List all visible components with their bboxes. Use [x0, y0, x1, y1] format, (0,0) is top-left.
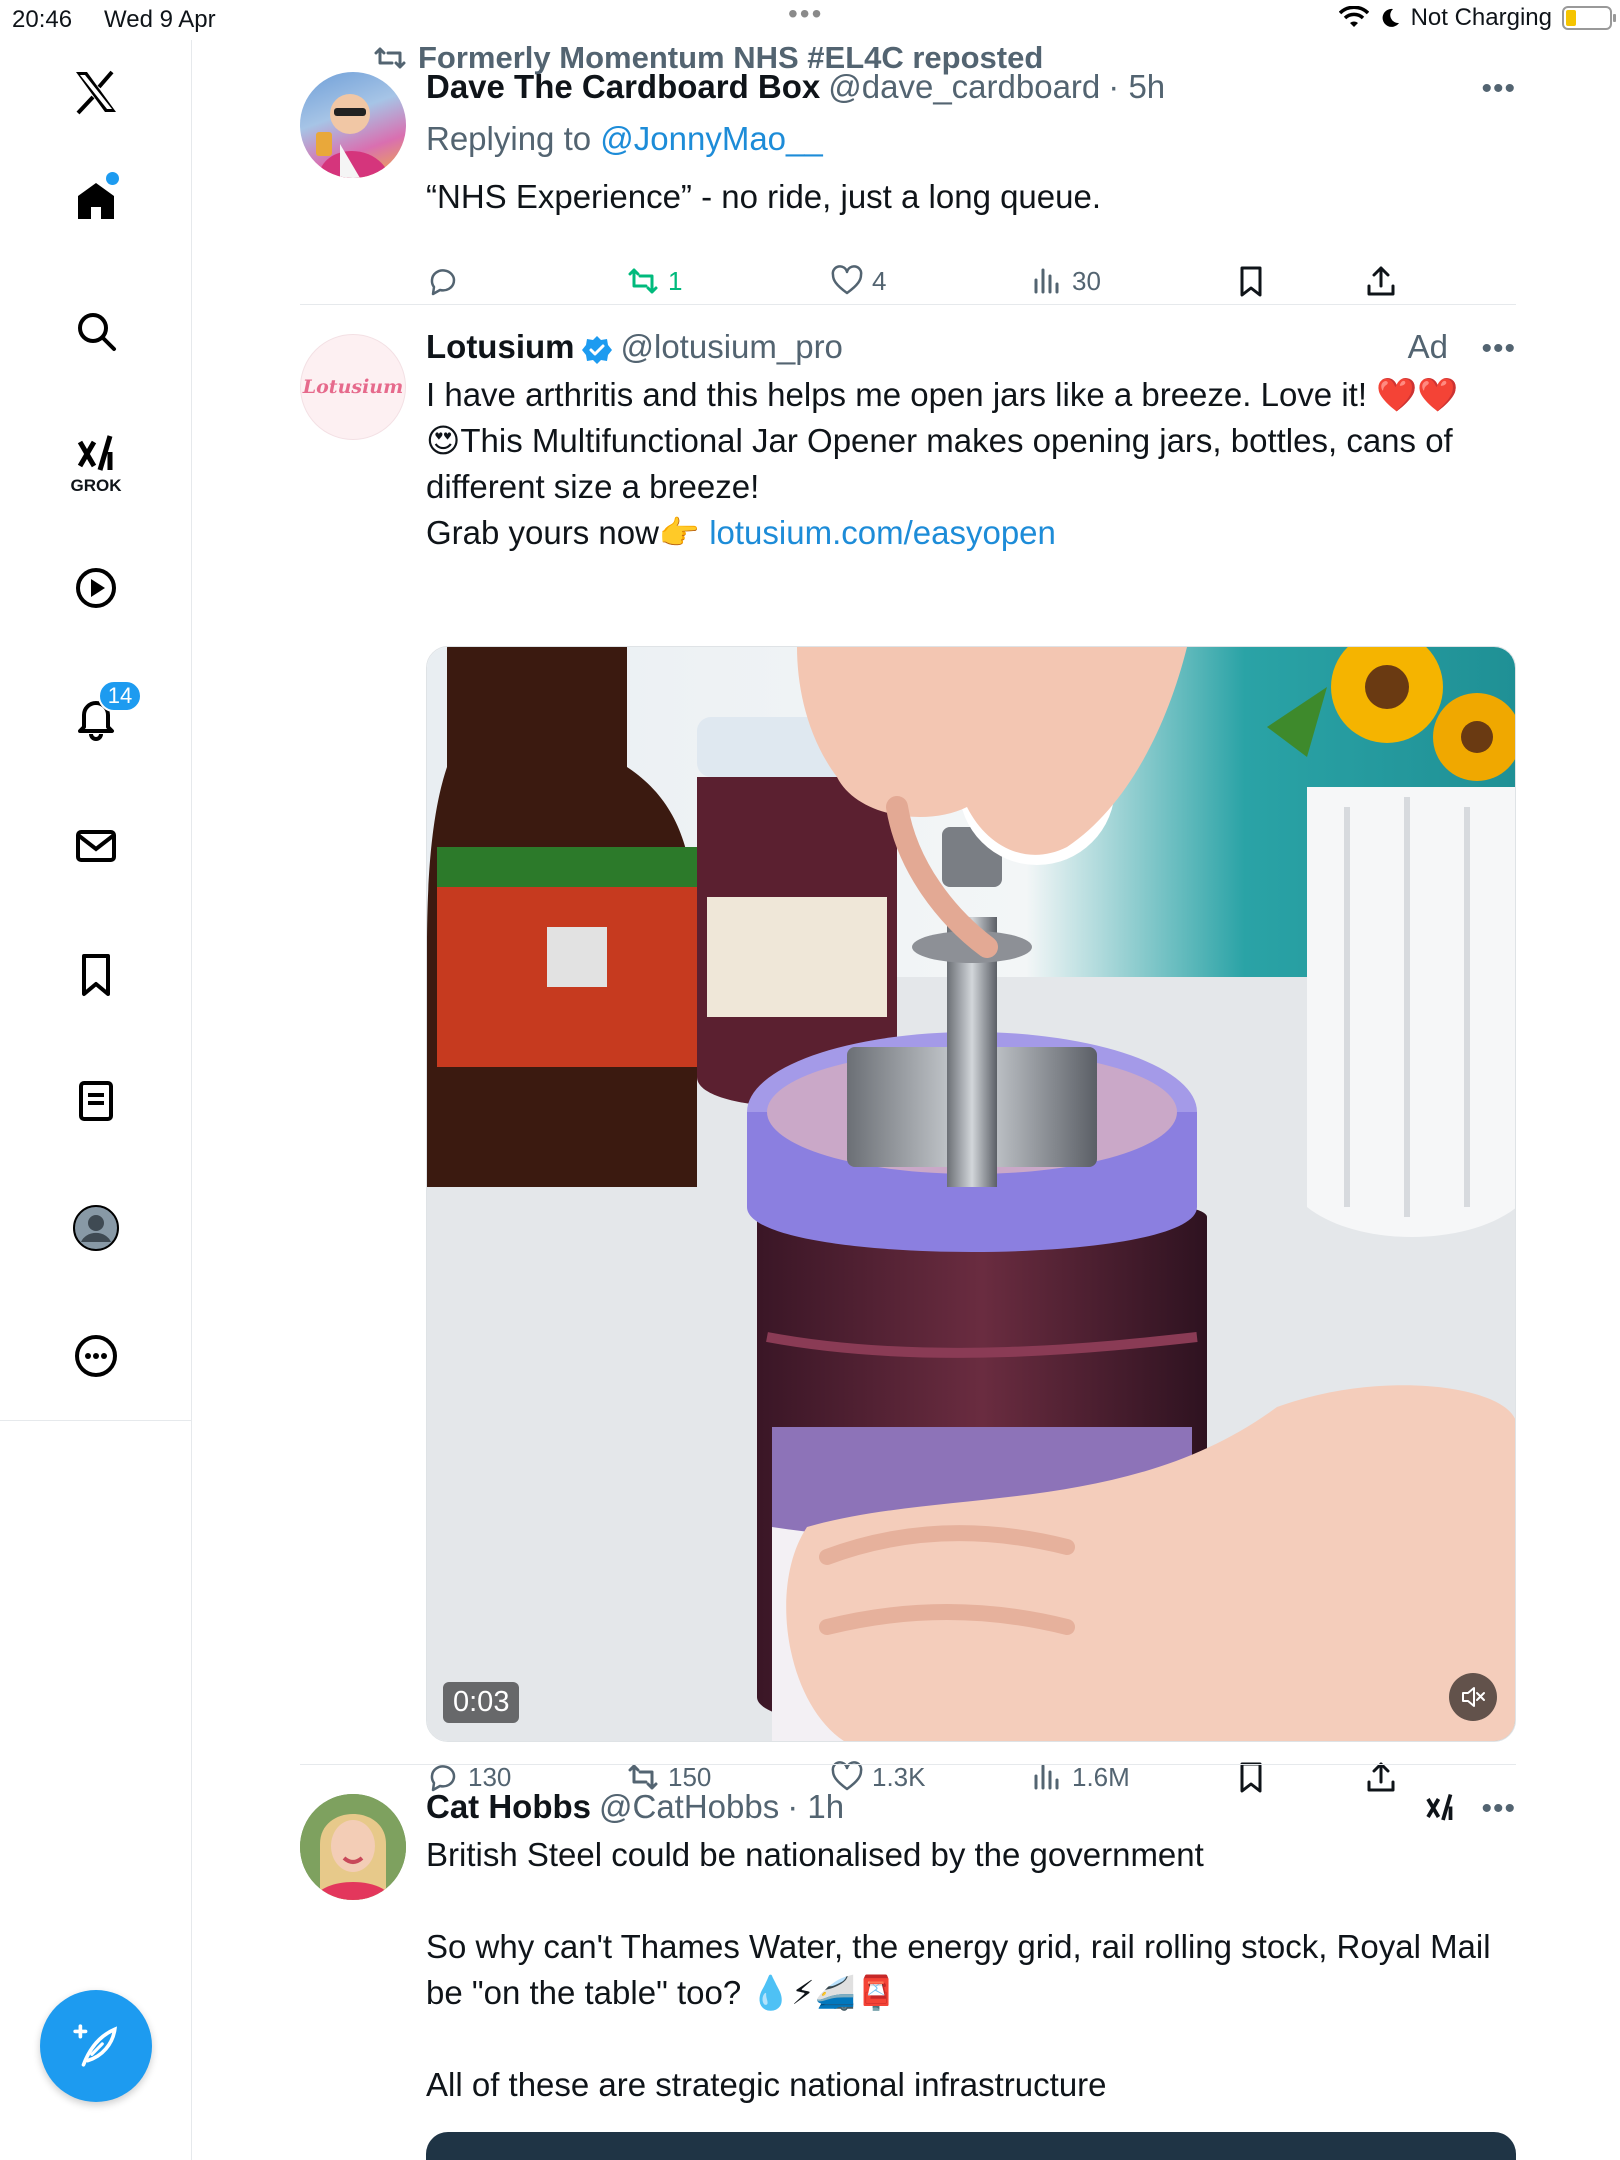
- profile-icon: [73, 1205, 119, 1251]
- grab-text: Grab yours now👉: [426, 514, 701, 551]
- sidebar: GROK 14: [0, 40, 192, 2160]
- bookmark-icon: [82, 954, 110, 996]
- retweet-count: 1: [668, 265, 683, 296]
- home-unread-dot: [106, 172, 119, 185]
- tweet-text-3: All of these are strategic national infr…: [426, 2066, 1107, 2103]
- tweet-text-line-1: I have arthritis and this helps me open …: [426, 376, 1459, 413]
- author-handle[interactable]: @lotusium_pro: [620, 328, 842, 366]
- status-right: Not Charging: [1338, 4, 1616, 32]
- avatar-photo: [316, 94, 390, 178]
- wifi-icon: [1338, 6, 1369, 27]
- moon-icon: [1382, 8, 1399, 27]
- mute-button[interactable]: [1449, 1673, 1497, 1721]
- tweet-text: “NHS Experience” - no ride, just a long …: [426, 178, 1102, 215]
- tweet-more-icon[interactable]: •••: [1481, 72, 1516, 106]
- bookmark-button[interactable]: [1234, 264, 1268, 298]
- avatar[interactable]: Lotusium: [300, 334, 406, 440]
- replying-handle[interactable]: @JonnyMao__: [600, 120, 822, 157]
- tweet-cat-hobbs[interactable]: Cat Hobbs @CatHobbs · 1h ••• British Ste…: [300, 1764, 1516, 2160]
- sidebar-item-messages[interactable]: [60, 810, 132, 882]
- author-handle[interactable]: @dave_cardboard: [828, 68, 1100, 106]
- tweet-text-2: So why can't Thames Water, the energy gr…: [426, 1928, 1491, 2011]
- battery-icon: [1562, 6, 1616, 30]
- media-preview-card[interactable]: [426, 2132, 1516, 2160]
- share-icon: [1367, 266, 1395, 296]
- like-count: 4: [872, 265, 887, 296]
- status-bar: 20:46 Wed 9 Apr ••• Not Charging: [0, 0, 1620, 40]
- more-icon: [75, 1335, 117, 1377]
- grok-icon: [77, 435, 113, 471]
- tweet-dave[interactable]: Formerly Momentum NHS #EL4C reposted Dav…: [300, 40, 1516, 304]
- bookmark-icon: [1240, 266, 1262, 297]
- sidebar-item-more[interactable]: [60, 1320, 132, 1392]
- lists-icon: [79, 1081, 113, 1121]
- retweet-button[interactable]: 1: [626, 264, 682, 298]
- video-duration: 0:03: [443, 1682, 520, 1723]
- muted-speaker-icon: [1462, 1687, 1485, 1707]
- verified-badge-icon: [582, 336, 613, 364]
- like-button[interactable]: 4: [830, 264, 886, 298]
- tweet-header: Cat Hobbs @CatHobbs · 1h: [426, 1788, 1516, 1832]
- avatar-logo-text: Lotusium: [302, 376, 404, 398]
- reply-button[interactable]: [426, 264, 460, 298]
- tweet-more-icon[interactable]: •••: [1481, 1792, 1516, 1826]
- grok-icon: [1426, 1793, 1453, 1821]
- author-name[interactable]: Dave The Cardboard Box: [426, 68, 820, 106]
- grok-label: GROK: [70, 476, 122, 495]
- search-icon: [78, 313, 116, 351]
- views-icon: [1034, 268, 1059, 294]
- repost-icon: [374, 47, 406, 69]
- tweet-lotusium-ad[interactable]: Lotusium Lotusium @lotusium_pro Ad ••• I…: [300, 304, 1516, 1804]
- x-logo-icon: [76, 70, 116, 115]
- notifications-badge: 14: [98, 680, 142, 712]
- ad-label: Ad: [1407, 328, 1448, 365]
- author-name[interactable]: Cat Hobbs: [426, 1788, 591, 1826]
- sidebar-divider: [0, 1420, 192, 1421]
- sidebar-item-bookmarks[interactable]: [60, 938, 132, 1010]
- tweet-header: Lotusium @lotusium_pro: [426, 328, 1516, 372]
- author-handle[interactable]: @CatHobbs: [599, 1788, 779, 1826]
- tweet-more-icon[interactable]: •••: [1481, 332, 1516, 366]
- sidebar-item-search[interactable]: [60, 295, 132, 367]
- tweet-time[interactable]: · 1h: [787, 1788, 844, 1826]
- author-name[interactable]: Lotusium: [426, 328, 574, 366]
- tweet-text-line-3: Grab yours now👉 lotusium.com/easyopen: [426, 510, 1516, 556]
- video-player[interactable]: 0:03: [426, 646, 1516, 1742]
- compose-icon: [73, 2024, 118, 2067]
- tweet-text-1: British Steel could be nationalised by t…: [426, 1836, 1204, 1873]
- tweet-time[interactable]: · 5h: [1108, 68, 1165, 106]
- tweet-text-line-2: 😍This Multifunctional Jar Opener makes o…: [426, 422, 1453, 505]
- heart-icon: [831, 265, 863, 295]
- status-time: 20:46: [12, 6, 73, 33]
- reply-icon: [430, 269, 456, 296]
- sidebar-item-lists[interactable]: [60, 1065, 132, 1137]
- tweet-text: I have arthritis and this helps me open …: [426, 372, 1516, 556]
- video-frame: [427, 647, 1515, 1741]
- tweet-header: Dave The Cardboard Box @dave_cardboard ·…: [426, 68, 1516, 112]
- compose-button[interactable]: [40, 1990, 152, 2102]
- status-date: Wed 9 Apr: [104, 6, 216, 33]
- sidebar-item-home[interactable]: [60, 165, 132, 237]
- share-button[interactable]: [1364, 264, 1398, 298]
- ad-link[interactable]: lotusium.com/easyopen: [709, 514, 1056, 551]
- avatar-photo: [300, 1794, 406, 1900]
- charging-status: Not Charging: [1410, 4, 1552, 31]
- sidebar-item-video[interactable]: [60, 552, 132, 624]
- mail-icon: [76, 830, 116, 862]
- sidebar-item-profile[interactable]: [60, 1192, 132, 1264]
- avatar[interactable]: [300, 1794, 406, 1900]
- video-icon: [76, 568, 116, 608]
- grok-explain-button[interactable]: [1422, 1790, 1458, 1831]
- x-logo[interactable]: [60, 56, 132, 128]
- multitask-dots[interactable]: •••: [788, 0, 823, 30]
- views-button[interactable]: 30: [1030, 264, 1101, 298]
- views-count: 30: [1072, 265, 1101, 296]
- replying-to: Replying to @JonnyMao__: [426, 116, 1516, 162]
- replying-prefix: Replying to: [426, 120, 592, 157]
- retweet-icon: [628, 268, 658, 294]
- avatar[interactable]: [300, 72, 406, 178]
